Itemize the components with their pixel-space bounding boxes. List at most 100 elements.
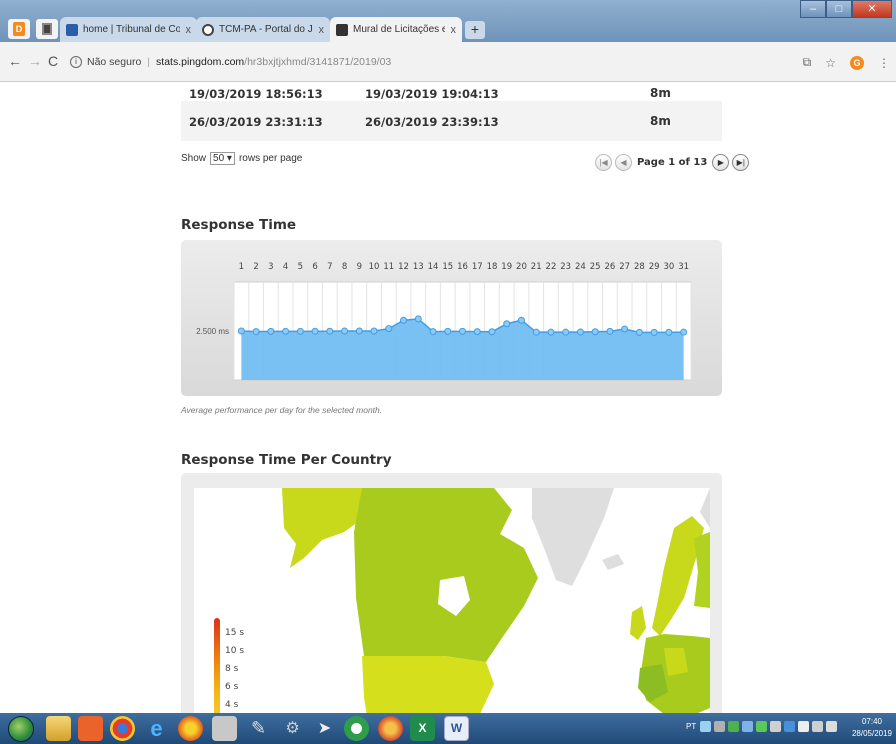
russia-region bbox=[700, 488, 710, 528]
last-page-button[interactable]: ▶| bbox=[732, 154, 750, 171]
tab-tribunal[interactable]: home | Tribunal de Contas dos M x bbox=[60, 17, 197, 42]
world-map: 15 s 10 s 8 s 6 s 4 s bbox=[194, 488, 710, 713]
chart-data-point bbox=[237, 327, 245, 335]
row-end-time: 26/03/2019 23:39:13 bbox=[365, 115, 499, 129]
chart-x-tick-label: 18 bbox=[487, 262, 498, 272]
folder-tool-icon[interactable]: ➤ bbox=[312, 716, 337, 741]
new-tab-button[interactable]: + bbox=[465, 21, 485, 39]
chart-x-tick-label: 4 bbox=[283, 262, 288, 272]
browser-tab-strip: D home | Tribunal de Contas dos M x TCM-… bbox=[0, 0, 896, 42]
volume-icon[interactable] bbox=[798, 721, 809, 732]
calculator-icon[interactable] bbox=[212, 716, 237, 741]
document-favicon-icon bbox=[336, 23, 348, 36]
canada-region bbox=[354, 488, 538, 662]
pagination: |◀ ◀ Page 1 of 13 ▶ ▶| bbox=[595, 154, 750, 171]
url-path: /hr3bxjtjxhmd/3141871/2019/03 bbox=[244, 56, 392, 68]
row-start-time: 19/03/2019 18:56:13 bbox=[189, 87, 323, 101]
word-icon[interactable]: W bbox=[444, 716, 469, 741]
internet-explorer-icon[interactable]: e bbox=[144, 716, 169, 741]
info-icon[interactable]: i bbox=[70, 56, 82, 68]
chrome-icon[interactable] bbox=[110, 716, 135, 741]
sync-app-icon[interactable] bbox=[344, 716, 369, 741]
clock-time: 07:40 bbox=[861, 717, 882, 726]
close-tab-icon[interactable]: x bbox=[186, 24, 192, 36]
page-content: 19/03/2019 18:56:13 19/03/2019 19:04:13 … bbox=[0, 83, 896, 713]
tab-title: Mural de Licitações e Contratos bbox=[353, 24, 445, 35]
finland-region bbox=[694, 532, 710, 608]
pingdom-logo-icon: D bbox=[13, 22, 25, 36]
windows-taskbar: e ✎ ⚙ ➤ X W PT 07:40 28/05/2019 bbox=[0, 713, 896, 744]
chart-data-point bbox=[488, 328, 496, 336]
tab-tcm-pa[interactable]: TCM-PA - Portal do Jurisdicionad x bbox=[196, 17, 330, 42]
office-icon[interactable] bbox=[78, 716, 103, 741]
translate-icon[interactable]: ⧉ bbox=[803, 55, 812, 70]
show-label: Show bbox=[181, 153, 207, 164]
chart-data-point bbox=[532, 328, 540, 336]
close-tab-icon[interactable]: x bbox=[451, 24, 457, 36]
file-explorer-icon[interactable] bbox=[46, 716, 71, 741]
tray-app-icon[interactable] bbox=[714, 721, 725, 732]
chart-data-point bbox=[267, 327, 275, 335]
tray-app-icon[interactable] bbox=[728, 721, 739, 732]
next-page-button[interactable]: ▶ bbox=[712, 154, 730, 171]
chart-x-tick-label: 25 bbox=[590, 262, 601, 272]
reload-icon[interactable]: C bbox=[48, 53, 58, 69]
chart-x-tick-label: 24 bbox=[575, 262, 586, 272]
maximize-button[interactable]: □ bbox=[826, 0, 852, 18]
url-separator: | bbox=[147, 56, 151, 68]
first-page-button[interactable]: |◀ bbox=[595, 154, 612, 171]
network-icon[interactable] bbox=[700, 721, 711, 732]
tray-app-icon[interactable] bbox=[742, 721, 753, 732]
chart-data-point bbox=[665, 328, 673, 336]
tab-mural-licitacoes[interactable]: Mural de Licitações e Contratos x bbox=[330, 17, 462, 42]
forward-icon[interactable]: → bbox=[28, 53, 42, 69]
chart-data-point bbox=[341, 327, 349, 335]
chart-data-point bbox=[296, 327, 304, 335]
scandinavia-region bbox=[652, 516, 704, 636]
rows-per-page-select[interactable]: 50 ▾ bbox=[210, 152, 235, 165]
legend-label: 8 s bbox=[225, 664, 239, 674]
chart-data-point bbox=[473, 328, 481, 336]
tray-app-icon[interactable] bbox=[756, 721, 767, 732]
chart-data-point bbox=[444, 327, 452, 335]
usa-region bbox=[362, 656, 494, 713]
previous-page-button[interactable]: ◀ bbox=[615, 154, 632, 171]
extension-icon[interactable]: G bbox=[850, 55, 864, 70]
chart-data-point bbox=[355, 327, 363, 335]
chart-data-point bbox=[562, 328, 570, 336]
media-app-icon[interactable] bbox=[378, 716, 403, 741]
row-start-time: 26/03/2019 23:31:13 bbox=[189, 115, 323, 129]
bookmark-star-icon[interactable]: ☆ bbox=[825, 56, 836, 70]
clock-date: 28/05/2019 bbox=[851, 729, 892, 738]
page-icon bbox=[42, 23, 52, 35]
pinned-tab-pingdom[interactable]: D bbox=[8, 19, 30, 39]
chart-x-tick-label: 6 bbox=[312, 262, 317, 272]
chart-x-tick-label: 14 bbox=[428, 262, 439, 272]
tab-title: home | Tribunal de Contas dos M bbox=[83, 24, 180, 35]
close-tab-icon[interactable]: x bbox=[319, 24, 325, 36]
settings-icon[interactable]: ⚙ bbox=[280, 716, 305, 741]
url-field[interactable]: i Não seguro | stats.pingdom.com /hr3bxj… bbox=[70, 50, 810, 74]
tray-app-icon[interactable] bbox=[784, 721, 795, 732]
paint-icon[interactable]: ✎ bbox=[246, 716, 271, 741]
menu-icon[interactable]: ⋮ bbox=[878, 56, 890, 70]
tray-app-icon[interactable] bbox=[770, 721, 781, 732]
tray-app-icon[interactable] bbox=[812, 721, 823, 732]
chart-data-point bbox=[282, 327, 290, 335]
legend-label: 15 s bbox=[225, 628, 245, 638]
back-icon[interactable]: ← bbox=[8, 53, 22, 69]
pinned-tab-page[interactable] bbox=[36, 19, 58, 39]
close-window-button[interactable]: ✕ bbox=[852, 0, 892, 18]
firefox-icon[interactable] bbox=[178, 716, 203, 741]
page-indicator: Page 1 of 13 bbox=[637, 157, 708, 168]
language-indicator[interactable]: PT bbox=[686, 722, 696, 731]
system-clock[interactable]: 07:40 28/05/2019 bbox=[852, 716, 892, 740]
flag-icon[interactable] bbox=[826, 721, 837, 732]
chart-x-tick-label: 2 bbox=[253, 262, 258, 272]
url-host: stats.pingdom.com bbox=[156, 56, 245, 68]
row-duration: 8m bbox=[650, 86, 671, 100]
start-button[interactable] bbox=[8, 716, 34, 742]
legend-color-scale bbox=[214, 618, 220, 713]
minimize-button[interactable]: – bbox=[800, 0, 826, 18]
excel-icon[interactable]: X bbox=[410, 716, 435, 741]
